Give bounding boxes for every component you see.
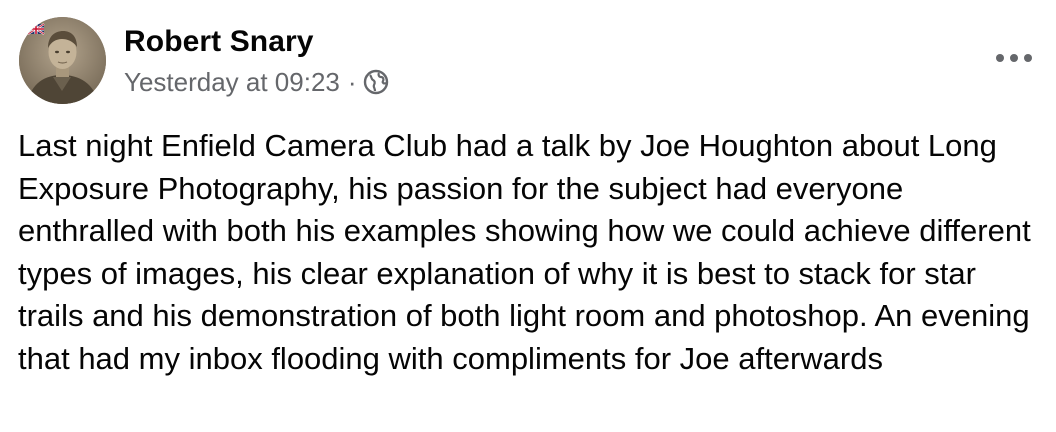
facebook-post: Robert Snary Yesterday at 09:23 · Last n… xyxy=(0,0,1056,432)
post-body-text: Last night Enfield Camera Club had a tal… xyxy=(18,128,1031,376)
more-options-icon xyxy=(996,54,1032,62)
avatar-photo xyxy=(19,17,106,104)
author-name[interactable]: Robert Snary xyxy=(124,22,314,62)
more-options-button[interactable] xyxy=(994,42,1034,74)
post-timestamp[interactable]: Yesterday at 09:23 xyxy=(124,67,340,98)
globe-icon[interactable] xyxy=(363,69,389,95)
meta-separator: · xyxy=(347,66,357,97)
author-avatar[interactable] xyxy=(19,17,106,104)
post-meta: Yesterday at 09:23 · xyxy=(124,64,389,100)
